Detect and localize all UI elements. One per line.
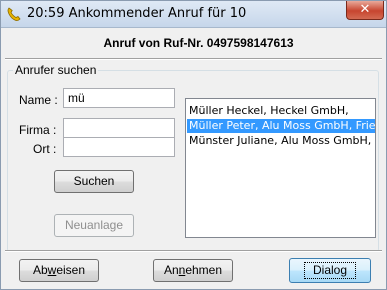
dialog-body: Anruf von Ruf-Nr. 0497598147613 Anrufer … <box>5 28 382 286</box>
name-label: Name : <box>19 93 58 107</box>
company-label: Firma : <box>19 123 57 137</box>
dialog-button-label: Dialog <box>303 262 357 279</box>
reject-label-end: eisen <box>56 263 86 277</box>
bottom-separator <box>5 250 382 252</box>
top-separator <box>5 58 382 60</box>
list-item[interactable]: Münster Juliane, Alu Moss GmbH, Weingart… <box>187 134 375 148</box>
caller-number-label: Anruf von Ruf-Nr. 0497598147613 <box>103 36 294 50</box>
city-input[interactable] <box>68 140 170 154</box>
search-button-label: Suchen <box>73 174 115 188</box>
company-input[interactable] <box>68 121 170 135</box>
accept-label-start: An <box>163 263 179 277</box>
accept-button[interactable]: Annehmen <box>153 259 233 282</box>
city-field[interactable] <box>63 137 175 157</box>
incoming-call-window: 20:59 Ankommender Anruf für 10 ✕ Anruf v… <box>0 0 387 290</box>
title-bar[interactable]: 20:59 Ankommender Anruf für 10 ✕ <box>1 1 386 28</box>
reject-label-start: Ab <box>32 263 48 277</box>
close-icon: ✕ <box>359 2 371 17</box>
city-label: Ort : <box>33 142 57 156</box>
window-title: 20:59 Ankommender Anruf für 10 <box>27 6 247 21</box>
name-input[interactable] <box>68 91 170 105</box>
list-item[interactable]: Müller Heckel, Heckel GmbH, <box>187 104 375 118</box>
new-entry-button-label: Neuanlage <box>64 218 124 232</box>
dialog-button[interactable]: Dialog <box>289 258 371 283</box>
results-list[interactable]: Müller Heckel, Heckel GmbH, Müller Peter… <box>185 98 376 238</box>
search-button[interactable]: Suchen <box>54 170 134 193</box>
list-item-selected[interactable]: Müller Peter, Alu Moss GmbH, Friedrichsh… <box>187 119 375 133</box>
close-button[interactable]: ✕ <box>346 1 384 20</box>
accept-label-end: ehmen <box>185 263 223 277</box>
group-title: Anrufer suchen <box>13 63 99 77</box>
new-entry-button[interactable]: Neuanlage <box>54 214 134 237</box>
phone-icon <box>7 7 21 22</box>
name-field[interactable] <box>63 88 175 108</box>
company-field[interactable] <box>63 118 175 138</box>
reject-button[interactable]: Abweisen <box>19 259 99 282</box>
